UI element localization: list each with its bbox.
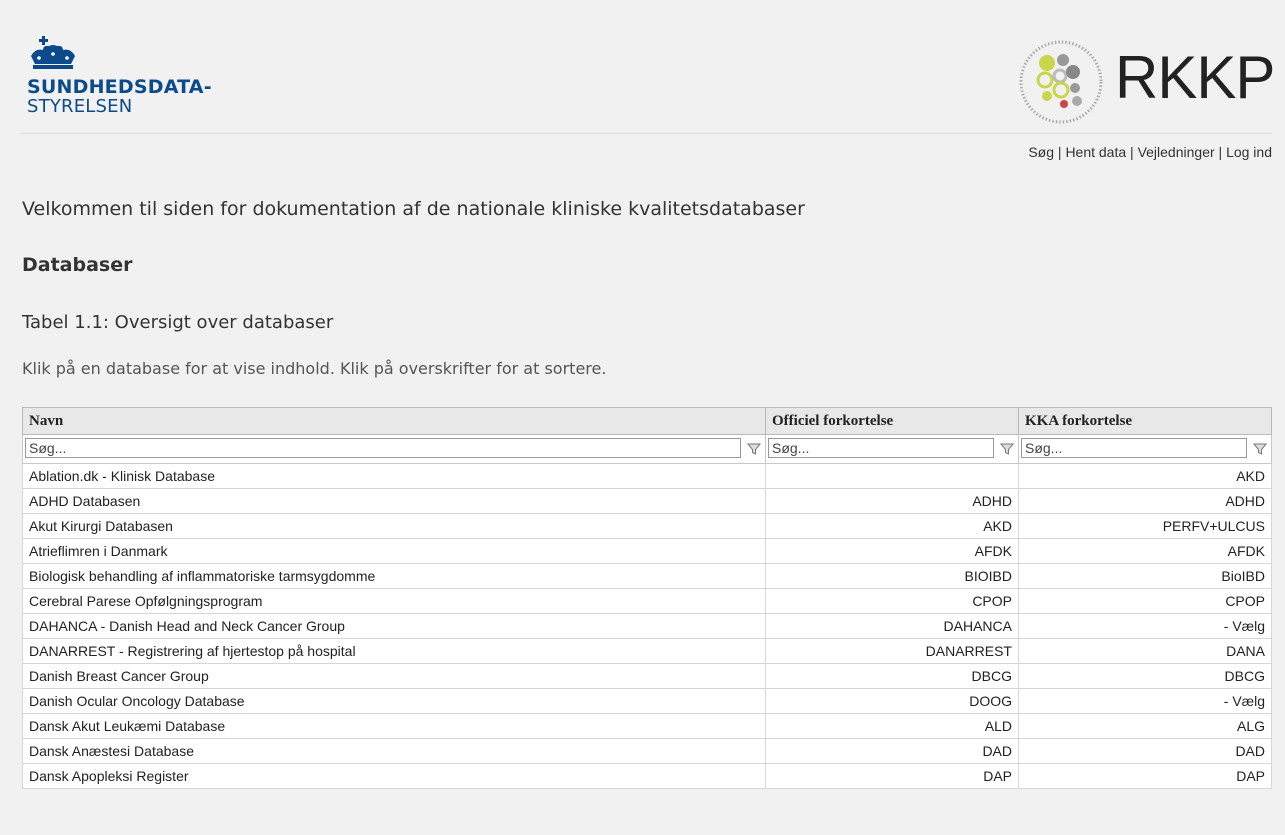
table-row[interactable]: Dansk Akut Leukæmi Database ALD ALG bbox=[22, 713, 1272, 739]
filter-icon[interactable] bbox=[1253, 442, 1267, 456]
cell-official-abbrev: DAP bbox=[765, 763, 1019, 789]
table-header-row: Navn Officiel forkortelse KKA forkortels… bbox=[22, 407, 1272, 435]
cell-official-abbrev: DANARREST bbox=[765, 638, 1019, 664]
cell-name: Cerebral Parese Opfølgningsprogram bbox=[22, 588, 766, 614]
page-header: SUNDHEDSDATA- STYRELSEN RKKP bbox=[0, 0, 1285, 135]
top-nav: Søg | Hent data | Vejledninger | Log ind bbox=[1028, 144, 1272, 160]
cell-name: Dansk Anæstesi Database bbox=[22, 738, 766, 764]
column-header-official-abbrev[interactable]: Officiel forkortelse bbox=[765, 407, 1019, 435]
cell-official-abbrev: AFDK bbox=[765, 538, 1019, 564]
nav-link-guides[interactable]: Vejledninger bbox=[1138, 144, 1215, 160]
filter-row bbox=[22, 434, 1272, 464]
cell-kka-abbrev: AFDK bbox=[1018, 538, 1272, 564]
cell-name: Dansk Akut Leukæmi Database bbox=[22, 713, 766, 739]
table-row[interactable]: Danish Ocular Oncology Database DOOG - Væl… bbox=[22, 688, 1272, 714]
header-divider bbox=[20, 133, 1272, 134]
table-row[interactable]: DAHANCA - Danish Head and Neck Cancer Gr… bbox=[22, 613, 1272, 639]
section-title: Databaser bbox=[22, 254, 133, 276]
cell-name: Danish Breast Cancer Group bbox=[22, 663, 766, 689]
cell-kka-abbrev: ALG bbox=[1018, 713, 1272, 739]
cell-name: Akut Kirurgi Databasen bbox=[22, 513, 766, 539]
cell-kka-abbrev: - Vælg bbox=[1018, 613, 1272, 639]
cell-name: ADHD Databasen bbox=[22, 488, 766, 514]
cell-official-abbrev: AKD bbox=[765, 513, 1019, 539]
filter-input-kka-abbrev[interactable] bbox=[1021, 438, 1247, 458]
table-row[interactable]: Ablation.dk - Klinisk Database AKD bbox=[22, 463, 1272, 489]
cell-kka-abbrev: DANA bbox=[1018, 638, 1272, 664]
table-caption: Tabel 1.1: Oversigt over databaser bbox=[22, 312, 334, 333]
cell-name: Danish Ocular Oncology Database bbox=[22, 688, 766, 714]
nav-link-login[interactable]: Log ind bbox=[1226, 144, 1272, 160]
crown-icon bbox=[31, 36, 75, 69]
cell-name: DAHANCA - Danish Head and Neck Cancer Gr… bbox=[22, 613, 766, 639]
sds-logo-line2: STYRELSEN bbox=[27, 96, 133, 117]
table-row[interactable]: Danish Breast Cancer Group DBCG DBCG bbox=[22, 663, 1272, 689]
cell-official-abbrev bbox=[765, 463, 1019, 489]
cell-kka-abbrev: PERFV+ULCUS bbox=[1018, 513, 1272, 539]
nav-link-download-data[interactable]: Hent data bbox=[1065, 144, 1126, 160]
cell-official-abbrev: DOOG bbox=[765, 688, 1019, 714]
cell-kka-abbrev: - Vælg bbox=[1018, 688, 1272, 714]
table-row[interactable]: Atrieflimren i Danmark AFDK AFDK bbox=[22, 538, 1272, 564]
cell-official-abbrev: CPOP bbox=[765, 588, 1019, 614]
column-header-kka-abbrev[interactable]: KKA forkortelse bbox=[1018, 407, 1272, 435]
hint-text: Klik på en database for at vise indhold.… bbox=[22, 359, 607, 378]
table-row[interactable]: Cerebral Parese Opfølgningsprogram CPOP CP… bbox=[22, 588, 1272, 614]
cell-official-abbrev: ADHD bbox=[765, 488, 1019, 514]
intro-text: Velkommen til siden for dokumentation af… bbox=[22, 198, 805, 220]
cell-kka-abbrev: ADHD bbox=[1018, 488, 1272, 514]
column-header-name[interactable]: Navn bbox=[22, 407, 766, 435]
cell-official-abbrev: DBCG bbox=[765, 663, 1019, 689]
database-table: Navn Officiel forkortelse KKA forkortels… bbox=[22, 407, 1272, 789]
cell-kka-abbrev: AKD bbox=[1018, 463, 1272, 489]
cell-kka-abbrev: DBCG bbox=[1018, 663, 1272, 689]
cell-official-abbrev: DAD bbox=[765, 738, 1019, 764]
cell-kka-abbrev: DAD bbox=[1018, 738, 1272, 764]
cell-name: Atrieflimren i Danmark bbox=[22, 538, 766, 564]
cell-kka-abbrev: DAP bbox=[1018, 763, 1272, 789]
cell-official-abbrev: BIOIBD bbox=[765, 563, 1019, 589]
nav-separator: | bbox=[1057, 144, 1062, 160]
cell-name: Ablation.dk - Klinisk Database bbox=[22, 463, 766, 489]
table-row[interactable]: Dansk Apopleksi Register DAP DAP bbox=[22, 763, 1272, 789]
rkkp-emblem-icon bbox=[1019, 40, 1103, 124]
nav-link-search[interactable]: Søg bbox=[1028, 144, 1054, 160]
nav-separator: | bbox=[1130, 144, 1134, 160]
filter-icon[interactable] bbox=[747, 442, 761, 456]
cell-official-abbrev: DAHANCA bbox=[765, 613, 1019, 639]
table-row[interactable]: ADHD Databasen ADHD ADHD bbox=[22, 488, 1272, 514]
nav-separator: | bbox=[1218, 144, 1223, 160]
cell-kka-abbrev: BioIBD bbox=[1018, 563, 1272, 589]
cell-official-abbrev: ALD bbox=[765, 713, 1019, 739]
table-row[interactable]: Biologisk behandling af inflammatoriske … bbox=[22, 563, 1272, 589]
table-row[interactable]: Dansk Anæstesi Database DAD DAD bbox=[22, 738, 1272, 764]
rkkp-logo[interactable]: RKKP bbox=[1017, 38, 1275, 126]
table-body: Ablation.dk - Klinisk Database AKD ADHD Da… bbox=[22, 463, 1272, 789]
cell-kka-abbrev: CPOP bbox=[1018, 588, 1272, 614]
cell-name: Biologisk behandling af inflammatoriske … bbox=[22, 563, 766, 589]
filter-input-name[interactable] bbox=[25, 438, 741, 458]
table-row[interactable]: Akut Kirurgi Databasen AKD PERFV+ULCUS bbox=[22, 513, 1272, 539]
cell-name: Dansk Apopleksi Register bbox=[22, 763, 766, 789]
filter-input-official-abbrev[interactable] bbox=[768, 438, 994, 458]
table-row[interactable]: DANARREST - Registrering af hjertestop p… bbox=[22, 638, 1272, 664]
filter-icon[interactable] bbox=[1000, 442, 1014, 456]
cell-name: DANARREST - Registrering af hjertestop p… bbox=[22, 638, 766, 664]
sds-logo-line1: SUNDHEDSDATA- bbox=[27, 76, 212, 98]
rkkp-logo-text: RKKP bbox=[1115, 44, 1275, 111]
